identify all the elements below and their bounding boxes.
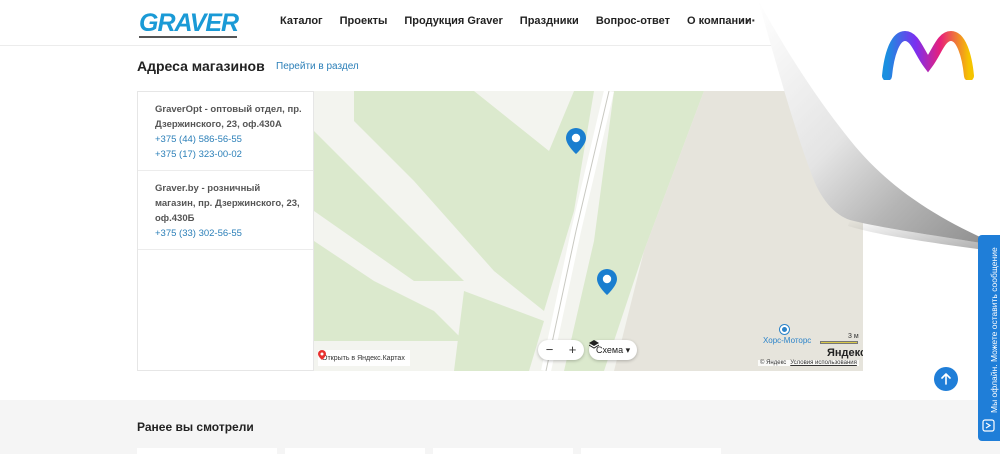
store-name: GraverOpt - оптовый отдел, пр. Дзержинск…: [155, 104, 302, 130]
brand-m-logo: [882, 30, 974, 80]
nav-more-icon[interactable]: ···: [740, 12, 757, 28]
nav-promotions[interactable]: Акции: [769, 15, 803, 27]
scroll-to-top-button[interactable]: [934, 367, 958, 391]
section-title: Адреса магазинов: [137, 58, 265, 74]
recently-viewed-section: Ранее вы смотрели: [0, 400, 1000, 454]
map-scale-label: 3 м: [848, 333, 859, 340]
store-phone[interactable]: +375 (17) 323-00-02: [155, 147, 303, 162]
site-header: GRAVER Каталог Проекты Продукция Graver …: [0, 0, 1000, 46]
graver-logo[interactable]: GRAVER: [137, 7, 245, 41]
chat-icon: [982, 419, 995, 432]
zoom-out-button[interactable]: −: [538, 340, 561, 360]
store-phone[interactable]: +375 (33) 302-56-55: [155, 226, 303, 241]
layers-label: Схема ▾: [596, 344, 631, 355]
chat-offline-label: Мы офлайн. Можете оставить сообщение: [989, 247, 999, 413]
go-to-section-link[interactable]: Перейти в раздел: [276, 61, 359, 72]
map-widget[interactable]: Открыть в Яндекс.Картах − + Схема ▾ Хорс…: [314, 91, 863, 371]
map-copyright: © Яндекс Условия использования: [758, 360, 859, 366]
recent-card[interactable]: [137, 448, 277, 454]
nav-projects[interactable]: Проекты: [340, 15, 388, 27]
map-pin-icon: [318, 350, 326, 360]
store-item[interactable]: GraverOpt - оптовый отдел, пр. Дзержинск…: [138, 92, 313, 171]
open-map-label: Открыть в Яндекс.Картах: [322, 354, 405, 362]
recent-card[interactable]: [285, 448, 425, 454]
store-phone[interactable]: +375 (44) 586-56-55: [155, 132, 303, 147]
store-name: Graver.by - розничный магазин, пр. Дзерж…: [155, 183, 300, 224]
terms-link[interactable]: Условия использования: [790, 360, 857, 366]
recently-viewed-title: Ранее вы смотрели: [137, 420, 254, 434]
yandex-logo: Яндекс: [827, 347, 863, 359]
stores-list: GraverOpt - оптовый отдел, пр. Дзержинск…: [137, 91, 314, 371]
chat-widget-tab[interactable]: Мы офлайн. Можете оставить сообщение: [978, 235, 1000, 441]
poi-label[interactable]: Хорс-Моторс: [763, 336, 811, 345]
zoom-in-button[interactable]: +: [561, 340, 584, 360]
arrow-up-icon: [941, 373, 951, 385]
layers-icon: [589, 340, 599, 349]
store-item[interactable]: Graver.by - розничный магазин, пр. Дзерж…: [138, 171, 313, 250]
nav-holidays[interactable]: Праздники: [520, 15, 579, 27]
nav-catalog[interactable]: Каталог: [280, 15, 323, 27]
zoom-control: − +: [538, 340, 584, 360]
recent-card[interactable]: [433, 448, 573, 454]
svg-text:GRAVER: GRAVER: [139, 9, 239, 37]
nav-graver-products[interactable]: Продукция Graver: [404, 15, 502, 27]
map-scale-bar: [820, 341, 858, 344]
map-layers-button[interactable]: Схема ▾: [589, 340, 638, 360]
main-nav: Каталог Проекты Продукция Graver Праздни…: [280, 15, 819, 27]
poi-icon[interactable]: [780, 325, 789, 334]
copyright-text: © Яндекс: [760, 360, 787, 366]
nav-faq[interactable]: Вопрос-ответ: [596, 15, 670, 27]
open-in-yandex-maps[interactable]: Открыть в Яндекс.Картах: [318, 350, 410, 366]
recent-card[interactable]: [581, 448, 721, 454]
